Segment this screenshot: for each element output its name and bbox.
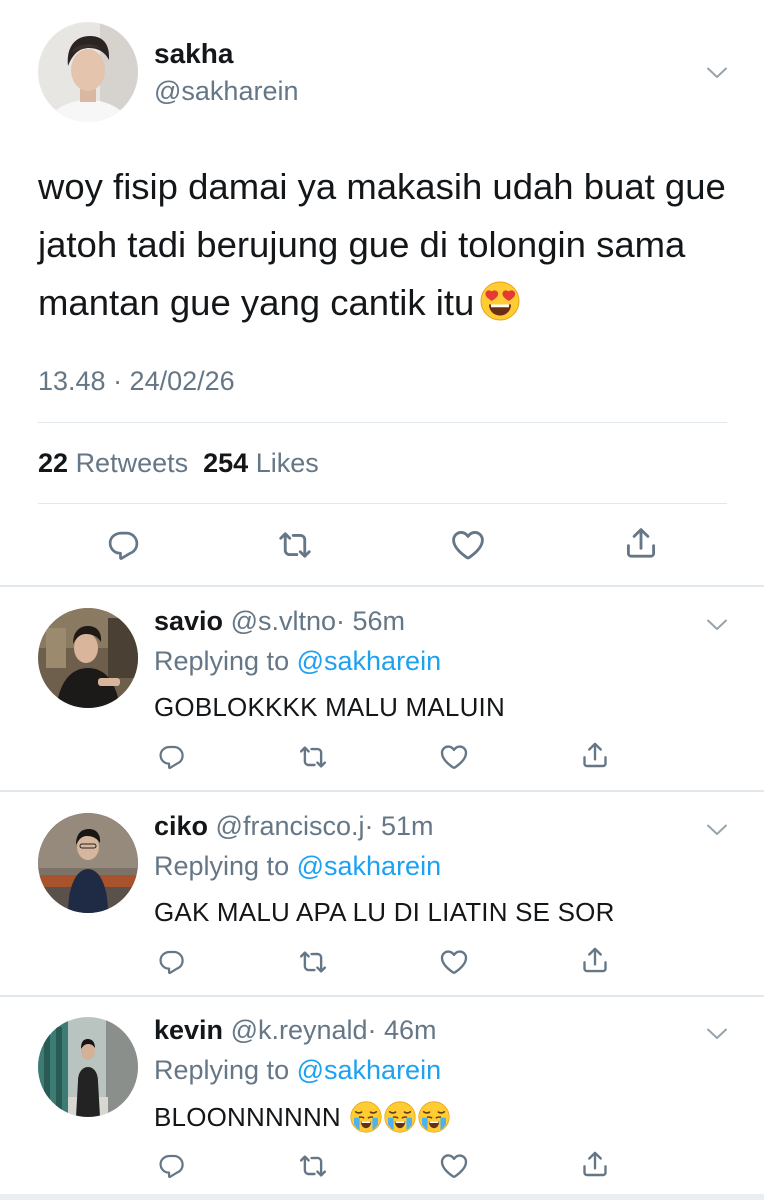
reply-time[interactable]: · 46m bbox=[368, 1015, 437, 1045]
bottom-edge bbox=[0, 1194, 764, 1200]
retweets-count[interactable]: 22 bbox=[38, 448, 68, 478]
share-icon[interactable] bbox=[623, 525, 659, 561]
divider bbox=[38, 503, 727, 504]
retweet-icon[interactable] bbox=[298, 742, 328, 772]
reply-author-name[interactable]: ciko bbox=[154, 811, 208, 841]
reply-time[interactable]: · 51m bbox=[365, 811, 434, 841]
replying-to-mention[interactable]: @sakharein bbox=[297, 851, 441, 881]
reply-tweet[interactable]: ciko @francisco.j· 51m Replying to @sakh… bbox=[0, 793, 764, 997]
retweet-icon[interactable] bbox=[277, 527, 313, 563]
divider bbox=[38, 422, 727, 423]
retweet-icon[interactable] bbox=[298, 947, 328, 977]
share-icon[interactable] bbox=[580, 740, 610, 770]
heart-eyes-emoji-icon bbox=[480, 281, 520, 321]
loudly-crying-face-icon bbox=[350, 1101, 382, 1133]
reply-icon[interactable] bbox=[158, 742, 186, 770]
reply-text: GAK MALU APA LU DI LIATIN SE SOR bbox=[154, 897, 615, 927]
reply-text-body: BLOONNNNNN bbox=[154, 1102, 341, 1132]
likes-label[interactable]: Likes bbox=[256, 448, 319, 478]
chevron-down-icon[interactable] bbox=[706, 823, 728, 837]
heart-icon[interactable] bbox=[439, 742, 469, 772]
divider bbox=[0, 790, 764, 792]
tweet-text: woy fisip damai ya makasih udah buat gue… bbox=[38, 158, 738, 332]
avatar[interactable] bbox=[38, 1017, 138, 1117]
reply-tweet[interactable]: savio @s.vltno· 56m Replying to @sakhare… bbox=[0, 588, 764, 792]
chevron-down-icon[interactable] bbox=[706, 1027, 728, 1041]
reply-author-handle[interactable]: @k.reynald bbox=[231, 1015, 368, 1045]
author-name[interactable]: sakha bbox=[154, 38, 233, 70]
replying-to: Replying to @sakharein bbox=[154, 1055, 441, 1086]
replying-to: Replying to @sakharein bbox=[154, 851, 441, 882]
retweets-label[interactable]: Retweets bbox=[76, 448, 189, 478]
share-icon[interactable] bbox=[580, 1149, 610, 1179]
avatar[interactable] bbox=[38, 813, 138, 913]
reply-author-handle[interactable]: @s.vltno bbox=[231, 606, 336, 636]
heart-icon[interactable] bbox=[450, 527, 486, 563]
avatar[interactable] bbox=[38, 22, 138, 122]
share-icon[interactable] bbox=[580, 945, 610, 975]
main-tweet: sakha @sakharein woy fisip damai ya maka… bbox=[0, 0, 764, 586]
likes-count[interactable]: 254 bbox=[203, 448, 248, 478]
replying-to: Replying to @sakharein bbox=[154, 646, 441, 677]
reply-author-name[interactable]: savio bbox=[154, 606, 223, 636]
chevron-down-icon[interactable] bbox=[706, 66, 728, 80]
replying-to-mention[interactable]: @sakharein bbox=[297, 646, 441, 676]
reply-tweet[interactable]: kevin @k.reynald· 46m Replying to @sakha… bbox=[0, 997, 764, 1200]
reply-author-handle[interactable]: @francisco.j bbox=[216, 811, 365, 841]
chevron-down-icon[interactable] bbox=[706, 618, 728, 632]
tweet-text-body: woy fisip damai ya makasih udah buat gue… bbox=[38, 166, 726, 323]
loudly-crying-face-icon bbox=[418, 1101, 450, 1133]
loudly-crying-face-icon bbox=[384, 1101, 416, 1133]
reply-header: kevin @k.reynald· 46m bbox=[154, 1015, 437, 1046]
reply-author-name[interactable]: kevin bbox=[154, 1015, 223, 1045]
divider bbox=[0, 585, 764, 587]
reply-icon[interactable] bbox=[158, 947, 186, 975]
reply-icon[interactable] bbox=[107, 527, 141, 561]
tweet-stats: 22 Retweets 254 Likes bbox=[38, 448, 319, 479]
reply-text: GOBLOKKKK MALU MALUIN bbox=[154, 692, 505, 722]
author-handle[interactable]: @sakharein bbox=[154, 76, 298, 107]
replying-to-label: Replying to bbox=[154, 1055, 290, 1085]
avatar[interactable] bbox=[38, 608, 138, 708]
replying-to-label: Replying to bbox=[154, 646, 290, 676]
replying-to-mention[interactable]: @sakharein bbox=[297, 1055, 441, 1085]
reply-text: BLOONNNNNN bbox=[154, 1101, 450, 1133]
reply-header: ciko @francisco.j· 51m bbox=[154, 811, 434, 842]
reply-time[interactable]: · 56m bbox=[336, 606, 405, 636]
retweet-icon[interactable] bbox=[298, 1151, 328, 1181]
tweet-timestamp[interactable]: 13.48 · 24/02/26 bbox=[38, 366, 235, 397]
heart-icon[interactable] bbox=[439, 947, 469, 977]
heart-icon[interactable] bbox=[439, 1151, 469, 1181]
reply-icon[interactable] bbox=[158, 1151, 186, 1179]
reply-header: savio @s.vltno· 56m bbox=[154, 606, 405, 637]
replying-to-label: Replying to bbox=[154, 851, 290, 881]
